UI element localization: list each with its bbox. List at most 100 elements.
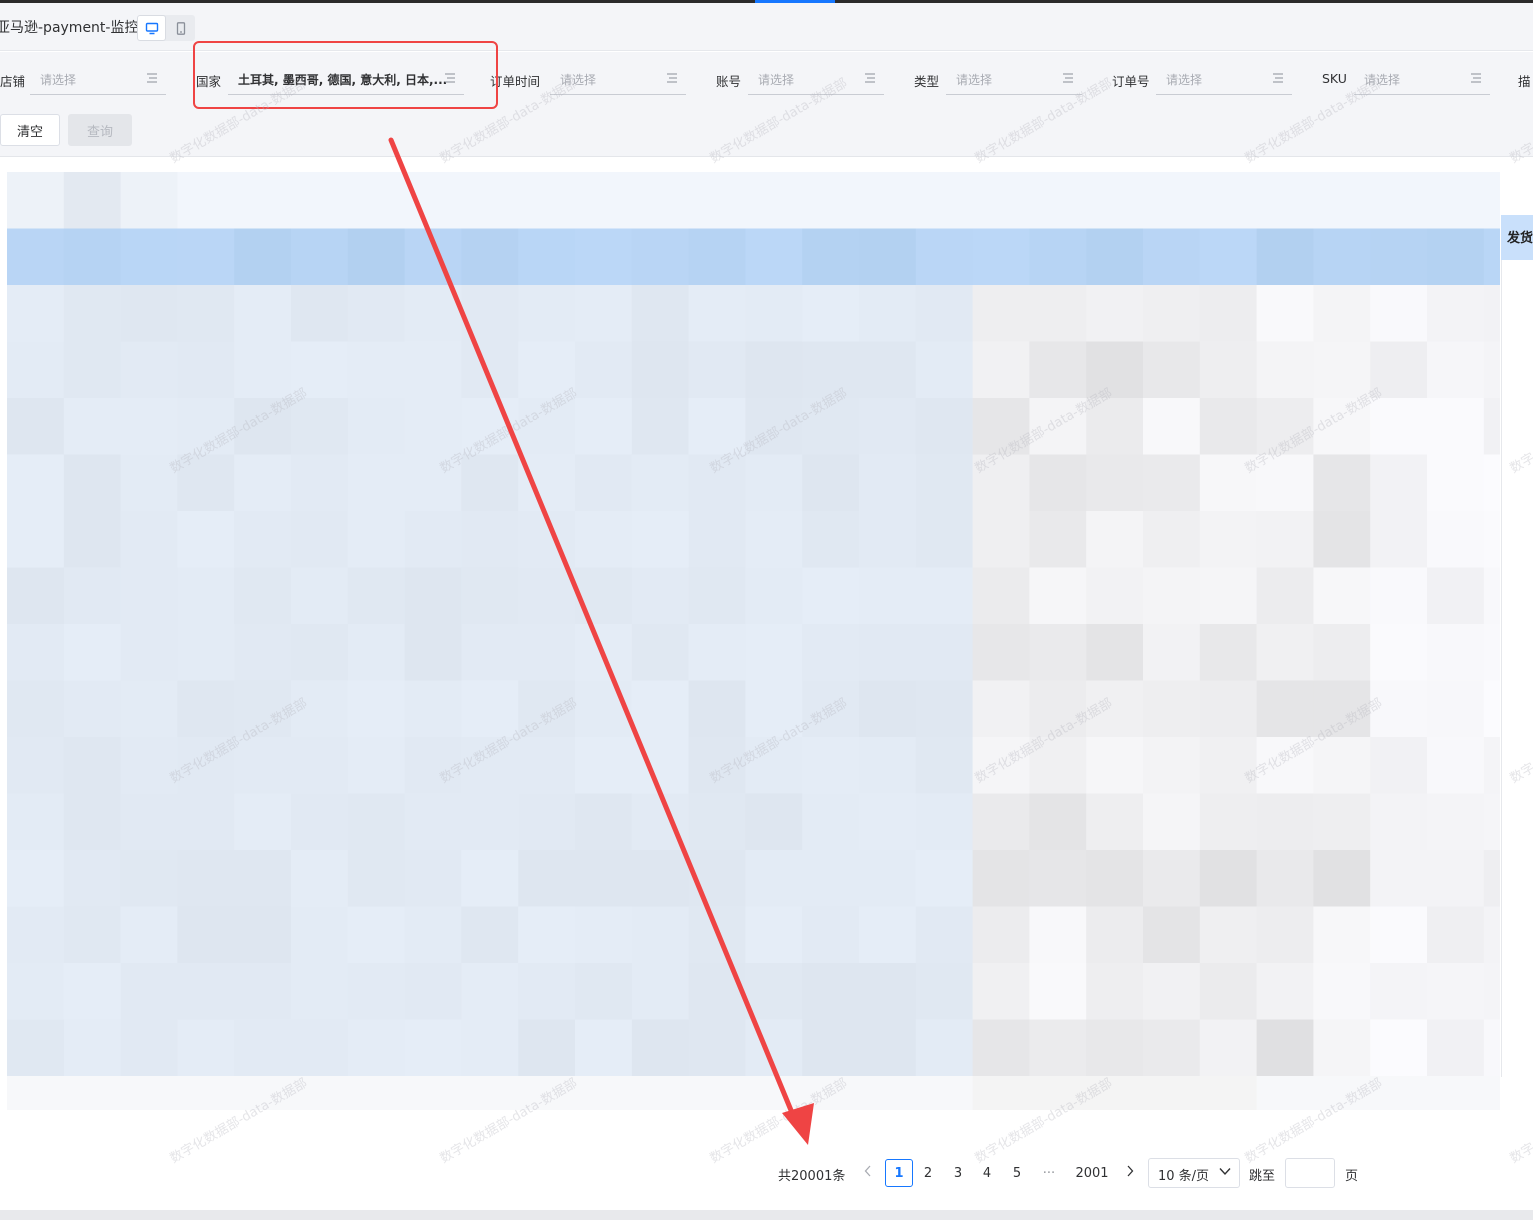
page-5-button[interactable]: 5 xyxy=(1003,1159,1031,1187)
blur-cell xyxy=(688,567,746,625)
sku-select[interactable]: 请选择 xyxy=(1354,65,1490,95)
page-3-button[interactable]: 3 xyxy=(944,1159,972,1187)
blur-cell xyxy=(1199,906,1258,964)
annotation-highlight-box xyxy=(193,41,498,109)
blur-cell xyxy=(1256,511,1314,569)
blur-cell xyxy=(802,624,860,682)
blur-cell xyxy=(1086,624,1144,682)
blur-cell xyxy=(1483,228,1500,286)
blur-cell xyxy=(688,963,746,1021)
type-select[interactable]: 请选择 xyxy=(946,65,1082,95)
blur-cell xyxy=(859,1019,917,1077)
page-ellipsis[interactable]: ··· xyxy=(1035,1159,1063,1187)
blur-cell xyxy=(1427,624,1485,682)
desktop-view-button[interactable] xyxy=(137,15,166,41)
blur-cell xyxy=(404,793,462,851)
blur-cell xyxy=(631,285,690,343)
blur-cell xyxy=(291,906,349,964)
blur-cell xyxy=(1256,680,1314,738)
prev-page-button[interactable] xyxy=(864,1165,872,1181)
last-page-button[interactable]: 2001 xyxy=(1072,1159,1112,1187)
blur-cell xyxy=(347,793,406,851)
blur-cell xyxy=(234,963,292,1021)
blur-cell xyxy=(802,1076,860,1110)
blur-cell xyxy=(1483,850,1500,908)
blur-cell xyxy=(1029,737,1087,795)
blur-cell xyxy=(404,624,462,682)
account-label: 账号 xyxy=(716,74,742,89)
blur-cell xyxy=(972,172,1030,230)
shop-select[interactable]: 请选择 xyxy=(30,65,166,95)
blur-cell xyxy=(1199,511,1258,569)
blur-cell xyxy=(518,793,576,851)
blur-cell xyxy=(1256,1019,1314,1077)
blur-cell xyxy=(461,567,519,625)
blur-cell xyxy=(1427,228,1485,286)
blur-cell xyxy=(972,906,1030,964)
blur-cell xyxy=(1143,906,1201,964)
page-1-button[interactable]: 1 xyxy=(885,1159,913,1187)
blur-cell xyxy=(1370,624,1428,682)
blur-cell xyxy=(518,511,576,569)
blur-cell xyxy=(461,454,519,512)
blur-cell xyxy=(802,850,860,908)
blur-cell xyxy=(177,624,235,682)
data-table: 发货 xyxy=(0,160,1533,1110)
blur-cell xyxy=(915,624,974,682)
blur-cell xyxy=(915,285,974,343)
blur-cell xyxy=(63,172,122,230)
blur-cell xyxy=(1029,906,1087,964)
blur-cell xyxy=(1313,511,1371,569)
mobile-view-button[interactable] xyxy=(166,15,195,41)
blur-cell xyxy=(291,228,349,286)
chevron-right-icon xyxy=(1127,1165,1134,1177)
blur-cell xyxy=(234,906,292,964)
jump-page-input[interactable] xyxy=(1285,1158,1335,1188)
page-size-select[interactable]: 10 条/页 xyxy=(1148,1158,1240,1188)
table-right-column xyxy=(1501,215,1533,1077)
next-page-button[interactable] xyxy=(1126,1165,1134,1181)
blur-cell xyxy=(631,228,690,286)
blur-cell xyxy=(120,341,178,399)
blur-cell xyxy=(347,398,406,456)
blur-cell xyxy=(291,680,349,738)
clear-button[interactable]: 清空 xyxy=(0,114,60,146)
blur-cell xyxy=(1256,737,1314,795)
blur-cell xyxy=(1199,850,1258,908)
blur-cell xyxy=(631,341,690,399)
page-4-button[interactable]: 4 xyxy=(973,1159,1001,1187)
blur-cell xyxy=(631,850,690,908)
order-no-placeholder: 请选择 xyxy=(1166,73,1203,87)
blur-cell xyxy=(1483,680,1500,738)
monitor-icon xyxy=(145,22,158,34)
blur-cell xyxy=(177,680,235,738)
blur-cell xyxy=(1199,285,1258,343)
blur-cell xyxy=(972,511,1030,569)
order-no-select[interactable]: 请选择 xyxy=(1156,65,1292,95)
blur-cell xyxy=(1313,398,1371,456)
page-2-button[interactable]: 2 xyxy=(914,1159,942,1187)
account-select[interactable]: 请选择 xyxy=(748,65,884,95)
blur-cell xyxy=(404,454,462,512)
blur-cell xyxy=(1086,737,1144,795)
blur-cell xyxy=(915,341,974,399)
blur-cell xyxy=(1483,285,1500,343)
blur-cell xyxy=(1086,398,1144,456)
blur-cell xyxy=(631,511,690,569)
blur-cell xyxy=(859,793,917,851)
blur-cell xyxy=(1427,850,1485,908)
blur-cell xyxy=(688,906,746,964)
blur-cell xyxy=(1313,624,1371,682)
blur-cell xyxy=(291,737,349,795)
order-time-select[interactable]: 请选择 xyxy=(550,65,686,95)
blur-cell xyxy=(461,341,519,399)
blur-cell xyxy=(63,285,122,343)
query-button[interactable]: 查询 xyxy=(68,114,132,146)
blur-cell xyxy=(1143,285,1201,343)
blur-cell xyxy=(234,511,292,569)
page-title: 亚马逊-payment-监控 xyxy=(0,20,139,36)
blur-cell xyxy=(1143,172,1201,230)
blur-cell xyxy=(461,398,519,456)
blur-cell xyxy=(1199,454,1258,512)
blur-cell xyxy=(1313,963,1371,1021)
